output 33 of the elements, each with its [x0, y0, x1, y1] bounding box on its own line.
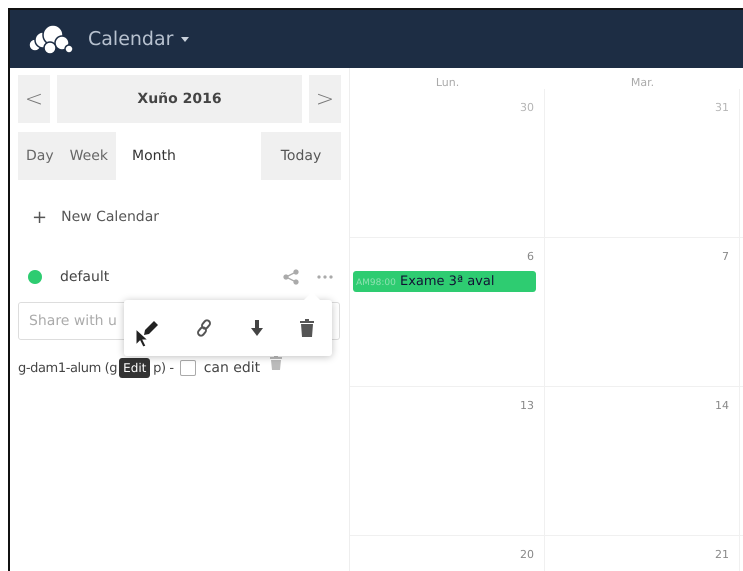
plus-icon[interactable]: +: [32, 206, 48, 228]
day-number: 20: [520, 547, 535, 561]
calendar-name[interactable]: default: [60, 269, 283, 285]
caret-icon[interactable]: [181, 36, 190, 42]
edit-pencil-icon[interactable]: [142, 319, 160, 337]
app-title[interactable]: Calendar: [88, 28, 174, 50]
day-number: 14: [715, 398, 730, 412]
can-edit-checkbox[interactable]: [180, 360, 196, 376]
weekday-header: Lun.: [434, 75, 460, 89]
new-calendar-link[interactable]: New Calendar: [61, 209, 160, 225]
previous-month-button[interactable]: <: [18, 75, 50, 123]
trash-icon[interactable]: [300, 319, 314, 337]
share-entry-name-end: p) -: [153, 360, 174, 376]
next-month-button[interactable]: >: [309, 75, 341, 123]
view-tab[interactable]: Month: [116, 132, 192, 180]
day-number: 6: [527, 249, 535, 263]
day-number: 31: [715, 100, 730, 114]
mouse-cursor-icon: [135, 328, 150, 348]
day-number: 13: [520, 398, 535, 412]
view-tab[interactable]: Week: [62, 132, 116, 180]
day-number: 21: [715, 547, 730, 561]
today-button[interactable]: Today: [261, 132, 341, 180]
calendar-event[interactable]: AM98:00 Exame 3ª aval: [353, 271, 536, 292]
view-tab[interactable]: Day: [18, 132, 62, 180]
edit-tooltip: Edit: [119, 358, 150, 378]
can-edit-label: can edit: [204, 360, 260, 376]
share-entry-name: g-dam1-alum (g: [18, 360, 118, 376]
weekday-header: Mar.: [630, 75, 656, 89]
day-number: 30: [520, 100, 535, 114]
link-icon[interactable]: [195, 319, 214, 337]
day-number: 7: [722, 249, 730, 263]
month-title-button[interactable]: Xuño 2016: [57, 75, 302, 123]
download-icon[interactable]: [248, 319, 265, 337]
